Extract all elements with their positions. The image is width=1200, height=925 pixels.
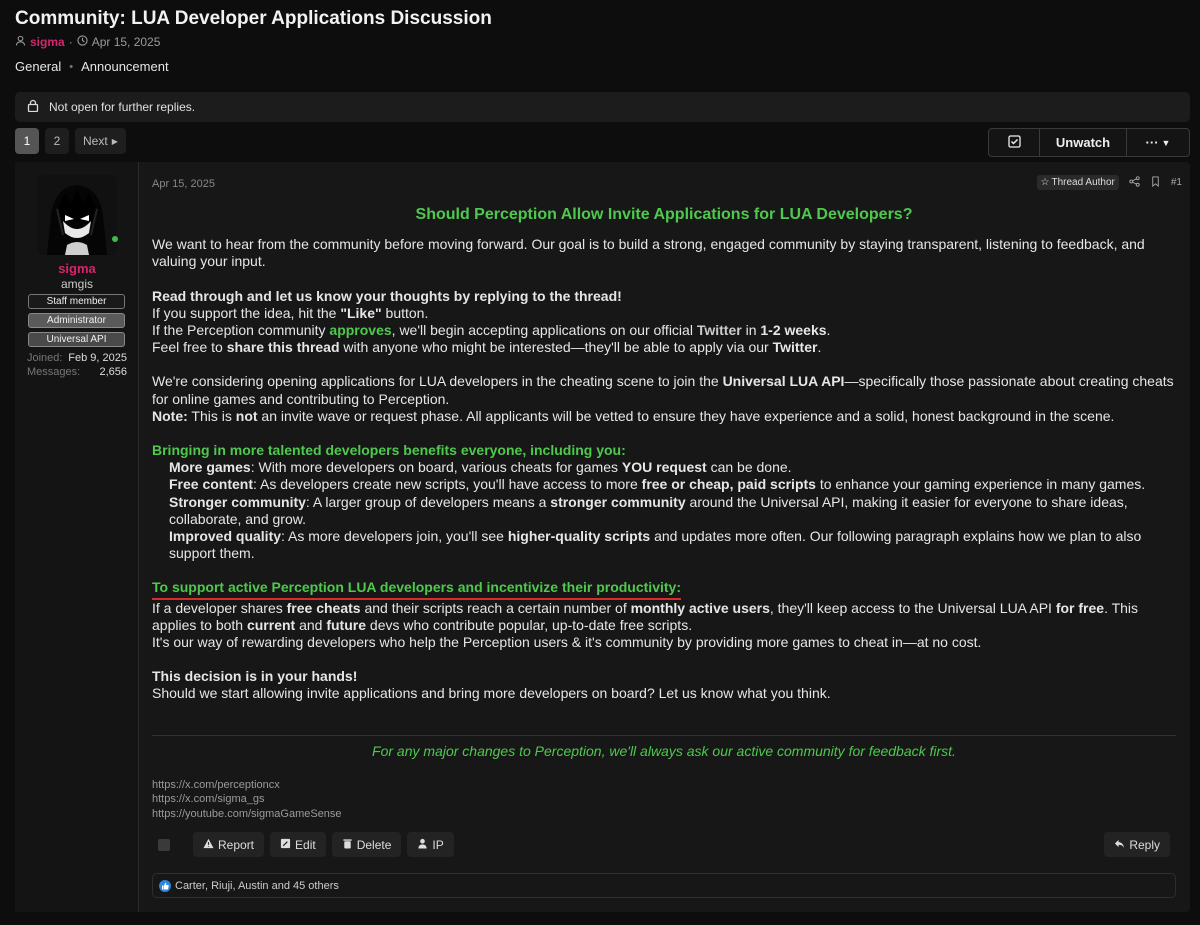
ellipsis-icon: ··· [1145, 135, 1159, 150]
twitter-link[interactable]: Twitter [773, 339, 818, 355]
post-1: sigma amgis Staff member Administrator U… [15, 162, 1190, 912]
edit-icon [280, 838, 291, 852]
star-icon: ☆ [1040, 177, 1050, 188]
thread-date[interactable]: Apr 15, 2025 [92, 35, 161, 49]
link-youtube[interactable]: https://youtube.com/sigmaGameSense [152, 807, 342, 821]
signature-links: https://x.com/perceptioncx https://x.com… [152, 778, 342, 821]
thread-actions: Unwatch ··· ▼ [988, 128, 1190, 157]
unwatch-button[interactable]: Unwatch [1040, 129, 1127, 156]
post-heading: Should Perception Allow Invite Applicati… [415, 206, 913, 223]
online-indicator [111, 235, 119, 243]
reactions-text[interactable]: Carter, Riuji, Austin and 45 others [175, 880, 339, 892]
reply-icon [1114, 838, 1125, 852]
list-item: Improved quality: As more developers joi… [169, 528, 1142, 562]
thread-meta: sigma · Apr 15, 2025 [15, 35, 160, 49]
chevron-down-icon: ▼ [1161, 137, 1171, 148]
post-tools: ☆ Thread Author #1 [1036, 175, 1182, 190]
thread-author-link[interactable]: sigma [30, 35, 65, 49]
thread-author-badge: ☆ Thread Author [1036, 175, 1119, 190]
next-page-button[interactable]: Next ▶ [75, 128, 126, 154]
intro-paragraph: We want to hear from the community befor… [152, 236, 1145, 270]
post-content: Apr 15, 2025 ☆ Thread Author #1 Should Pe… [152, 162, 1182, 912]
reactions-bar[interactable]: Carter, Riuji, Austin and 45 others [152, 873, 1176, 898]
link-x-sigma[interactable]: https://x.com/sigma_gs [152, 792, 342, 806]
select-post-checkbox[interactable] [158, 838, 170, 851]
tag-general[interactable]: General [15, 59, 61, 74]
post-date[interactable]: Apr 15, 2025 [152, 178, 215, 190]
share-icon[interactable] [1129, 175, 1140, 190]
bookmark-icon[interactable] [1150, 175, 1161, 190]
edit-button[interactable]: Edit [270, 832, 326, 857]
post-username[interactable]: sigma [15, 261, 139, 276]
list-item: More games: With more developers on boar… [169, 459, 792, 476]
badge-administrator: Administrator [28, 313, 125, 328]
user-joined: Joined: Feb 9, 2025 [27, 352, 127, 364]
thread-tags: General • Announcement [15, 59, 169, 74]
caret-right-icon: ▶ [111, 136, 118, 146]
link-x-perceptioncx[interactable]: https://x.com/perceptioncx [152, 778, 342, 792]
support-heading: To support active Perception LUA develop… [152, 579, 681, 600]
user-icon [15, 35, 26, 49]
user-info: sigma amgis Staff member Administrator U… [15, 162, 139, 912]
post-action-bar: Report Edit Delete IP [152, 832, 454, 857]
notice-text: Not open for further replies. [49, 100, 196, 114]
list-item: Stronger community: A larger group of de… [169, 493, 1128, 527]
badge-staff: Staff member [28, 294, 125, 309]
post-number[interactable]: #1 [1171, 177, 1182, 188]
twitter-link[interactable]: Twitter [697, 322, 742, 338]
trash-icon [342, 838, 353, 852]
signature-divider [152, 735, 1176, 736]
more-options-button[interactable]: ··· ▼ [1127, 129, 1189, 156]
avatar[interactable] [37, 175, 117, 255]
page-1[interactable]: 1 [15, 128, 39, 154]
select-thread-button[interactable] [989, 129, 1040, 156]
tag-announcement[interactable]: Announcement [81, 59, 168, 74]
user-title: amgis [60, 277, 93, 291]
benefits-heading: Bringing in more talented developers ben… [152, 442, 626, 459]
report-button[interactable]: Report [193, 832, 265, 857]
thread-title: Community: LUA Developer Applications Di… [15, 8, 492, 29]
delete-button[interactable]: Delete [331, 832, 402, 857]
clock-icon [77, 35, 88, 49]
pagination: 1 2 Next ▶ [15, 128, 126, 154]
checkbox-icon [1007, 134, 1021, 151]
like-icon [159, 879, 171, 892]
reply-button[interactable]: Reply [1104, 832, 1170, 857]
user-icon [417, 838, 428, 852]
lock-icon [27, 99, 39, 115]
ip-button[interactable]: IP [407, 832, 454, 857]
list-item: Free content: As developers create new s… [169, 476, 1146, 493]
user-messages: Messages: 2,656 [27, 366, 127, 378]
post-body: Should Perception Allow Invite Applicati… [152, 206, 1176, 703]
badge-universal-api: Universal API [28, 332, 125, 347]
warning-icon [203, 838, 214, 852]
page-2[interactable]: 2 [45, 128, 69, 154]
locked-notice: Not open for further replies. [15, 92, 1190, 122]
signature-note: For any major changes to Perception, we'… [372, 743, 956, 759]
